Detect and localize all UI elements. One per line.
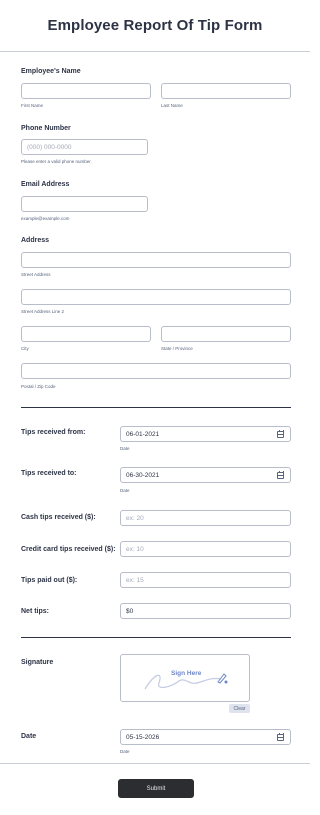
tips-from-sublabel: Date bbox=[120, 446, 130, 451]
street-address-2-input[interactable] bbox=[21, 289, 291, 305]
date-value: 05-15-2026 bbox=[126, 733, 160, 741]
city-sublabel: City bbox=[21, 346, 29, 351]
phone-sublabel: Please enter a valid phone number. bbox=[21, 159, 92, 164]
employee-name-label: Employee's Name bbox=[21, 68, 81, 75]
email-label: Email Address bbox=[21, 181, 70, 188]
tips-from-date-value: 06-01-2021 bbox=[126, 430, 160, 438]
street-address-sublabel: Street Address bbox=[21, 272, 51, 277]
email-input[interactable] bbox=[21, 196, 148, 212]
phone-label: Phone Number bbox=[21, 125, 71, 132]
last-name-input[interactable] bbox=[161, 83, 291, 99]
section-divider bbox=[21, 637, 291, 638]
tips-paid-input[interactable]: ex: 15 bbox=[120, 572, 291, 588]
form-title: Employee Report Of Tip Form bbox=[47, 17, 263, 34]
tips-paid-label: Tips paid out ($): bbox=[21, 577, 78, 584]
signature-label: Signature bbox=[21, 659, 54, 666]
tips-from-label: Tips received from: bbox=[21, 429, 86, 436]
zip-code-sublabel: Postal / Zip Code bbox=[21, 384, 56, 389]
credit-tips-input[interactable]: ex: 10 bbox=[120, 541, 291, 557]
cash-tips-label: Cash tips received ($): bbox=[21, 514, 96, 521]
cash-tips-input[interactable]: ex: 20 bbox=[120, 510, 291, 526]
state-input[interactable] bbox=[161, 326, 291, 342]
calendar-icon[interactable] bbox=[277, 732, 284, 741]
tips-from-date-input[interactable]: 06-01-2021 bbox=[120, 426, 291, 442]
pen-icon bbox=[217, 673, 228, 684]
zip-code-input[interactable] bbox=[21, 363, 291, 379]
tips-to-date-input[interactable]: 06-30-2021 bbox=[120, 467, 291, 483]
sign-here-prompt: Sign Here bbox=[171, 670, 202, 677]
submit-button[interactable]: Submit bbox=[118, 779, 194, 798]
date-label: Date bbox=[21, 733, 37, 740]
last-name-sublabel: Last Name bbox=[161, 103, 183, 108]
first-name-sublabel: First Name bbox=[21, 103, 44, 108]
calendar-icon[interactable] bbox=[277, 429, 284, 438]
date-input[interactable]: 05-15-2026 bbox=[120, 729, 291, 745]
form-header: Employee Report Of Tip Form bbox=[0, 0, 310, 52]
phone-input[interactable]: (000) 000-0000 bbox=[21, 139, 148, 155]
calendar-icon[interactable] bbox=[277, 470, 284, 479]
tips-to-date-value: 06-30-2021 bbox=[126, 471, 160, 479]
section-divider bbox=[21, 407, 291, 408]
city-input[interactable] bbox=[21, 326, 151, 342]
first-name-input[interactable] bbox=[21, 83, 151, 99]
credit-tips-label: Credit card tips received ($): bbox=[21, 546, 116, 553]
signature-pad[interactable]: Sign Here bbox=[120, 654, 250, 702]
form-footer: Submit bbox=[0, 763, 310, 815]
net-tips-input[interactable]: $0 bbox=[120, 603, 291, 619]
street-address-input[interactable] bbox=[21, 252, 291, 268]
email-sublabel: example@example.com bbox=[21, 216, 70, 221]
state-sublabel: State / Province bbox=[161, 346, 193, 351]
tips-to-label: Tips received to: bbox=[21, 470, 77, 477]
clear-signature-button[interactable]: Clear bbox=[229, 704, 250, 713]
tips-to-sublabel: Date bbox=[120, 488, 130, 493]
street-address-2-sublabel: Street Address Line 2 bbox=[21, 309, 65, 314]
date-sublabel: Date bbox=[120, 749, 130, 754]
address-label: Address bbox=[21, 237, 50, 244]
net-tips-label: Net tips: bbox=[21, 608, 49, 615]
